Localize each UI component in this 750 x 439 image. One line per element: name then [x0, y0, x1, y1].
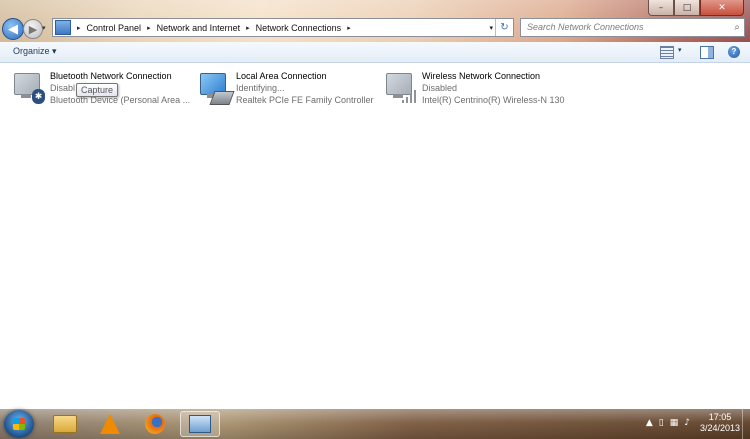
breadcrumb-network-connections[interactable]: Network Connections [256, 23, 342, 33]
connection-name: Bluetooth Network Connection [50, 71, 172, 81]
notification-area: ▲ ▯ ▦ ♪ [646, 418, 690, 428]
connection-device: Bluetooth Device (Personal Area ... [50, 95, 191, 105]
breadcrumb-control-panel[interactable]: Control Panel [87, 23, 142, 33]
connection-item-local-area[interactable]: Local Area Connection Identifying... Rea… [198, 69, 378, 109]
windows-explorer-button[interactable] [45, 411, 85, 437]
bluetooth-network-icon: ✱ [12, 71, 46, 105]
refresh-icon[interactable]: ↻ [495, 19, 513, 36]
preview-pane-icon[interactable] [700, 46, 714, 59]
help-icon[interactable]: ? [728, 46, 740, 58]
volume-icon[interactable]: ♪ [684, 418, 690, 428]
maximize-button[interactable]: □ [674, 0, 700, 16]
command-bar: Organize ▾ ▾ ? [0, 42, 750, 63]
organize-button[interactable]: Organize ▾ [13, 46, 57, 57]
close-button[interactable]: ✕ [700, 0, 744, 16]
clock-date: 3/24/2013 [699, 423, 740, 433]
connection-device: Realtek PCIe FE Family Controller [236, 95, 374, 105]
connection-device: Intel(R) Centrino(R) Wireless-N 130 [422, 95, 565, 105]
change-view-icon[interactable] [660, 46, 674, 59]
breadcrumb-separator[interactable]: ▸ [77, 24, 81, 32]
address-bar[interactable]: ▸ Control Panel ▸ Network and Internet ▸… [52, 18, 514, 37]
connection-status: Identifying... [236, 83, 285, 93]
connection-status: Disabled [422, 83, 458, 93]
firefox-button[interactable] [135, 411, 175, 437]
start-button[interactable] [4, 410, 34, 438]
breadcrumb-network-and-internet[interactable]: Network and Internet [157, 23, 241, 33]
minimize-button[interactable]: – [648, 0, 674, 16]
breadcrumb-separator[interactable]: ▸ [347, 24, 351, 32]
control-panel-icon [55, 20, 71, 35]
search-icon[interactable]: ⌕ [734, 19, 740, 36]
clock[interactable]: 17:05 3/24/2013 [700, 412, 740, 434]
address-history-dropdown[interactable]: ▾ [489, 24, 493, 32]
clock-time: 17:05 [708, 412, 732, 422]
window-controls: – □ ✕ [648, 0, 744, 16]
wireless-network-icon [384, 71, 418, 105]
show-hidden-icons-icon[interactable]: ▲ [646, 418, 653, 428]
firefox-icon [145, 414, 165, 434]
wired-network-icon [198, 71, 235, 105]
search-placeholder: Search Network Connections [527, 22, 644, 32]
connection-name: Wireless Network Connection [422, 71, 541, 81]
view-dropdown[interactable]: ▾ [678, 46, 682, 54]
vlc-cone-icon [100, 414, 120, 434]
connections-list: ✱ Bluetooth Network Connection Disabl Bl… [0, 63, 750, 409]
connection-name: Local Area Connection [236, 71, 327, 81]
battery-icon[interactable]: ▯ [659, 418, 664, 428]
breadcrumb-separator[interactable]: ▸ [147, 24, 151, 32]
forward-button[interactable]: ▶ [23, 19, 43, 39]
taskbar: ▲ ▯ ▦ ♪ 17:05 3/24/2013 [0, 409, 750, 439]
back-button[interactable]: ◀ [2, 18, 24, 40]
search-input[interactable]: Search Network Connections ⌕ [520, 18, 745, 37]
connection-item-wireless[interactable]: Wireless Network Connection Disabled Int… [384, 69, 584, 109]
recent-pages-dropdown[interactable]: ▾ [42, 24, 46, 32]
vlc-button[interactable] [90, 411, 130, 437]
network-connections-taskbar-button[interactable] [180, 411, 220, 437]
connection-status: Disabl [50, 83, 76, 93]
capture-tooltip: Capture [76, 83, 119, 97]
network-tray-icon[interactable]: ▦ [670, 418, 679, 428]
show-desktop-button[interactable] [742, 409, 750, 439]
breadcrumb-separator[interactable]: ▸ [246, 24, 250, 32]
network-connections-icon [189, 415, 211, 433]
folder-icon [53, 415, 77, 433]
